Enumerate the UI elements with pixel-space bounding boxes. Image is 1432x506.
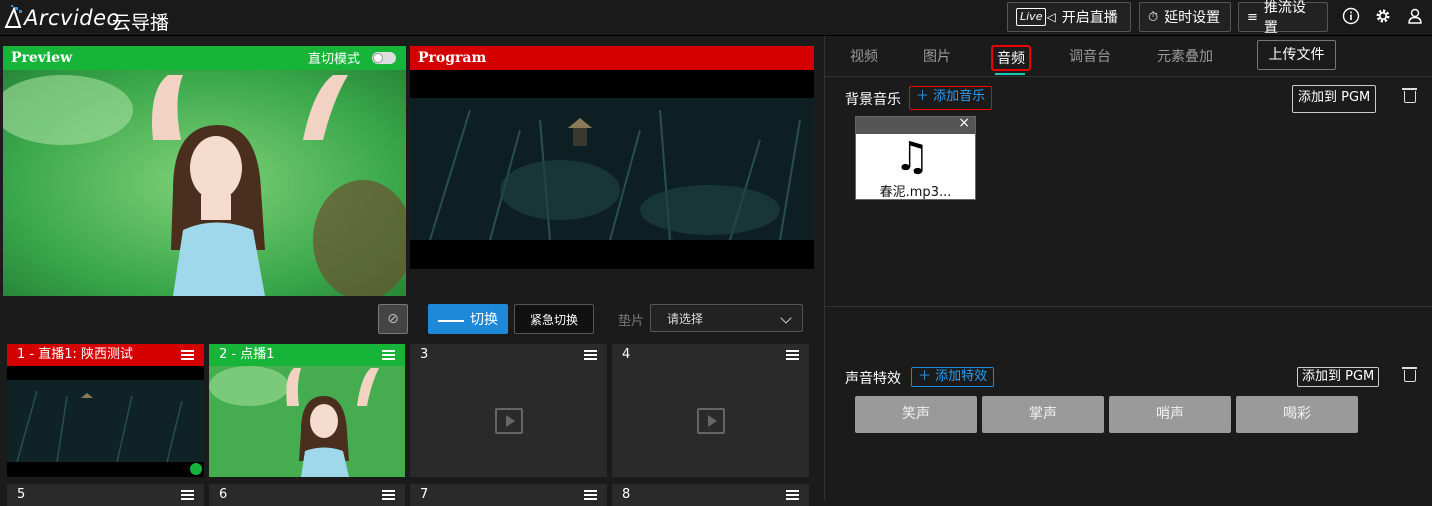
info-icon[interactable]: [1341, 7, 1361, 27]
source-tile-6-header[interactable]: 6: [209, 484, 405, 506]
logo-icon: [4, 5, 22, 28]
active-tab-underline: [995, 73, 1025, 75]
start-live-label: 开启直播: [1061, 10, 1118, 26]
music-file-name: 春泥.mp3...: [879, 185, 952, 200]
block-icon: ⊘: [387, 311, 399, 327]
menu-icon[interactable]: [786, 350, 799, 360]
pad-select[interactable]: 请选择: [650, 304, 803, 332]
tab-image[interactable]: 图片: [923, 46, 951, 66]
bg-music-add-to-pgm-button[interactable]: 添加到 PGM: [1292, 85, 1377, 113]
list-icon: ≡: [1247, 9, 1258, 25]
live-indicator-dot: [190, 463, 202, 475]
switch-button[interactable]: 切换: [428, 304, 508, 334]
sfx-applause-button[interactable]: 掌声: [982, 396, 1104, 433]
transition-arrow-icon: [438, 316, 464, 322]
add-music-button[interactable]: ＋ 添加音乐: [909, 86, 993, 110]
video-placeholder-icon: [697, 408, 725, 434]
music-file-card[interactable]: × ♫ 春泥.mp3...: [855, 115, 976, 200]
sound-effects-add-to-pgm-button[interactable]: 添加到 PGM: [1297, 367, 1380, 387]
camera-icon: ◁: [1046, 10, 1056, 24]
program-video: [410, 70, 814, 269]
source-tile-3-empty[interactable]: [410, 366, 607, 477]
timer-icon: ⏱: [1148, 9, 1159, 25]
sfx-cheer-button[interactable]: 喝彩: [1236, 396, 1358, 433]
plus-icon: ＋: [916, 89, 930, 104]
app-title: 云导播: [112, 12, 170, 34]
source-tile-7-header[interactable]: 7: [410, 484, 607, 506]
close-icon[interactable]: ×: [958, 115, 970, 131]
source-tile-3-label: 3: [420, 347, 429, 362]
sound-effects-label: 声音特效: [845, 371, 901, 387]
sfx-laugh-button[interactable]: 笑声: [855, 396, 977, 433]
panel-divider: [824, 36, 825, 500]
menu-icon[interactable]: [584, 350, 597, 360]
chevron-down-icon: [780, 312, 792, 324]
cut-disable-button[interactable]: ⊘: [378, 304, 408, 334]
preview-video: [3, 70, 406, 296]
source-tile-5-header[interactable]: 5: [7, 484, 204, 506]
add-effect-label: 添加特效: [935, 369, 988, 384]
gear-icon[interactable]: [1373, 7, 1393, 27]
menu-icon[interactable]: [181, 350, 194, 360]
sfx-whistle-button[interactable]: 哨声: [1109, 396, 1231, 433]
menu-icon[interactable]: [382, 350, 395, 360]
direct-mode-toggle[interactable]: [372, 52, 396, 64]
upload-file-button[interactable]: 上传文件: [1257, 40, 1336, 70]
menu-icon[interactable]: [584, 490, 597, 500]
source-tile-4-header[interactable]: 4: [612, 344, 809, 366]
music-note-icon: ♫: [894, 134, 930, 180]
tab-overlay[interactable]: 元素叠加: [1157, 46, 1213, 66]
logo: Arcvideo: [2, 2, 120, 34]
preview-label: Preview: [11, 50, 73, 66]
music-file-card-header: ×: [856, 115, 975, 134]
pad-select-value: 请选择: [667, 311, 704, 326]
tab-audio[interactable]: 音频: [991, 45, 1031, 71]
delay-settings-button[interactable]: ⏱ 延时设置: [1139, 2, 1231, 32]
stream-settings-button[interactable]: ≡ 推流设置: [1238, 0, 1328, 36]
source-tile-3-header[interactable]: 3: [410, 344, 607, 366]
pad-label: 垫片: [618, 314, 645, 329]
direct-mode-label: 直切模式: [308, 52, 361, 67]
emergency-switch-button[interactable]: 紧急切换: [514, 304, 594, 334]
tab-video[interactable]: 视频: [850, 46, 878, 66]
stream-settings-label: 推流设置: [1263, 0, 1306, 36]
source-tile-2-thumbnail[interactable]: [209, 366, 405, 477]
top-bar: Arcvideo 云导播 Live ◁ 开启直播 ⏱ 延时设置 ≡ 推流设置: [0, 0, 1432, 36]
bg-music-label: 背景音乐: [845, 92, 901, 108]
trash-icon[interactable]: [1402, 88, 1417, 103]
tabs-divider: [825, 76, 1432, 77]
source-tile-2-header[interactable]: 2 - 点播1: [209, 344, 405, 366]
emergency-switch-label: 紧急切换: [529, 312, 578, 327]
program-label: Program: [418, 50, 487, 66]
start-live-button[interactable]: Live ◁ 开启直播: [1007, 2, 1131, 32]
source-tile-4-label: 4: [622, 347, 631, 362]
plus-icon: ＋: [918, 369, 932, 384]
section-divider: [825, 306, 1432, 307]
menu-icon[interactable]: [382, 490, 395, 500]
source-tile-2-label: 2 - 点播1: [219, 347, 275, 362]
trash-icon[interactable]: [1402, 367, 1417, 382]
video-placeholder-icon: [495, 408, 523, 434]
source-tile-1-header[interactable]: 1 - 直播1: 陕西测试: [7, 344, 204, 366]
switch-label: 切换: [470, 312, 498, 328]
logo-text: Arcvideo: [24, 6, 120, 30]
menu-icon[interactable]: [786, 490, 799, 500]
source-tile-8-header[interactable]: 8: [612, 484, 809, 506]
menu-icon[interactable]: [181, 490, 194, 500]
user-icon[interactable]: [1405, 7, 1425, 27]
add-effect-button[interactable]: ＋ 添加特效: [911, 367, 995, 387]
delay-settings-label: 延时设置: [1164, 10, 1221, 26]
source-tile-1-label: 1 - 直播1: 陕西测试: [17, 347, 134, 362]
source-tile-1-thumbnail[interactable]: [7, 366, 204, 477]
program-header: Program: [410, 46, 814, 70]
source-tile-4-empty[interactable]: [612, 366, 809, 477]
live-badge: Live: [1016, 8, 1047, 26]
add-music-label: 添加音乐: [933, 89, 986, 104]
tab-mixer[interactable]: 调音台: [1069, 46, 1111, 66]
